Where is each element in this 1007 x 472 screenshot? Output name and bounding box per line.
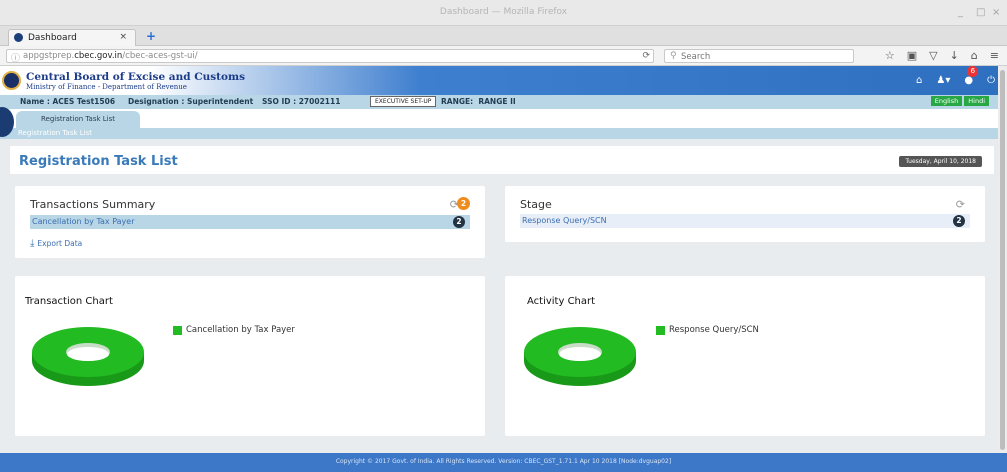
user-name: Name : ACES Test1506 (20, 97, 116, 106)
transaction-row[interactable]: Cancellation by Tax Payer 2 (30, 215, 470, 229)
maximize-icon[interactable]: □ (976, 7, 985, 18)
tab-registration-task-list[interactable]: Registration Task List (16, 111, 140, 128)
window-title: Dashboard — Mozilla Firefox (439, 7, 568, 17)
user-info-bar: Name : ACES Test1506 Designation : Super… (0, 95, 1007, 109)
transaction-donut-chart[interactable] (23, 318, 173, 398)
info-icon[interactable]: ⓘ (11, 51, 20, 64)
stage-card: Stage ⟳ Response Query/SCN 2 (505, 186, 985, 242)
task-tab-bar: Registration Task List (0, 109, 1007, 128)
stage-row-label[interactable]: Response Query/SCN (522, 216, 607, 225)
activity-donut-chart[interactable] (515, 318, 665, 398)
minimize-icon[interactable]: _ (958, 7, 963, 18)
favicon-icon (14, 33, 23, 42)
search-input[interactable] (681, 51, 849, 62)
english-button[interactable]: English (930, 96, 963, 106)
notification-badge: 6 (967, 66, 979, 77)
power-icon[interactable]: ⏻ (987, 75, 995, 86)
window-titlebar: Dashboard — Mozilla Firefox _ □ × (0, 0, 1007, 26)
home-icon[interactable]: ⌂ (971, 49, 978, 62)
activity-chart-card: Activity Chart Response Query/SCN (505, 276, 985, 436)
page-scrollbar[interactable] (998, 66, 1007, 453)
transactions-summary-title: Transactions Summary (30, 198, 156, 211)
url-bar[interactable]: ⓘ appgstprep.cbec.gov.in/cbec-aces-gst-u… (6, 49, 654, 64)
breadcrumb-item[interactable]: Registration Task List (18, 129, 92, 137)
legend-swatch (173, 325, 182, 335)
url-text: appgstprep.cbec.gov.in/cbec-aces-gst-ui/ (23, 51, 198, 61)
sso-id: SSO ID : 27002111 (262, 97, 341, 106)
donut-hole-inner (559, 347, 601, 361)
export-data-label: Export Data (37, 239, 83, 248)
legend-swatch (656, 325, 665, 335)
footer: Copyright © 2017 Govt. of India. All Rig… (0, 453, 1007, 472)
header-icons: ⌂ ♟▾ ● 6 ⏻ (916, 66, 995, 86)
browser-tabstrip: Dashboard × + (0, 26, 1007, 46)
org-name: Central Board of Excise and Customs (26, 71, 245, 83)
search-icon: ⚲ (670, 51, 677, 61)
user-designation: Designation : Superintendent (128, 97, 254, 106)
browser-toolbar-icons: ☆ ▣ ▽ ↓ ⌂ ≡ (885, 49, 999, 62)
home-icon[interactable]: ⌂ (916, 75, 922, 86)
transaction-row-label[interactable]: Cancellation by Tax Payer (32, 217, 135, 226)
page-title: Registration Task List (19, 154, 178, 169)
pocket-icon[interactable]: ▽ (929, 49, 937, 62)
app-header: Central Board of Excise and Customs Mini… (0, 66, 1007, 95)
scrollbar-thumb[interactable] (1000, 70, 1005, 450)
executive-setup-button[interactable]: EXECUTIVE SET-UP (370, 96, 437, 107)
stage-row[interactable]: Response Query/SCN 2 (520, 214, 970, 228)
emblem-logo (2, 71, 21, 90)
breadcrumb: Registration Task List (0, 128, 1007, 139)
menu-icon[interactable]: ≡ (990, 49, 999, 62)
transaction-chart-legend: Cancellation by Tax Payer (173, 325, 295, 335)
refresh-icon[interactable]: ⟳ (956, 198, 965, 211)
donut-hole-inner (67, 347, 109, 361)
language-switch: English Hindi (930, 96, 989, 106)
page-title-panel: Registration Task List Tuesday, April 10… (10, 146, 994, 174)
activity-chart-title: Activity Chart (527, 296, 596, 307)
ministry-name: Ministry of Finance - Department of Reve… (26, 83, 187, 91)
transaction-chart-card: Transaction Chart Cancellation by Tax Pa… (15, 276, 485, 436)
close-window-icon[interactable]: × (992, 7, 1000, 18)
download-icon[interactable]: ↓ (950, 49, 959, 62)
transactions-count-badge: 2 (457, 197, 470, 210)
transaction-row-count: 2 (453, 216, 465, 228)
stage-row-count: 2 (953, 215, 965, 227)
search-box[interactable]: ⚲ (664, 49, 854, 63)
footer-text: Copyright © 2017 Govt. of India. All Rig… (335, 458, 672, 465)
star-icon[interactable]: ☆ (885, 49, 895, 62)
notification-icon[interactable]: ● 6 (964, 66, 979, 86)
clipboard-icon[interactable]: ▣ (907, 49, 917, 62)
browser-tab-label: Dashboard (28, 33, 77, 43)
hindi-button[interactable]: Hindi (964, 96, 989, 106)
export-data-link[interactable]: ⤓ Export Data (30, 238, 82, 249)
legend-label: Response Query/SCN (669, 325, 759, 335)
new-tab-icon[interactable]: + (146, 29, 156, 43)
transaction-chart-title: Transaction Chart (25, 296, 113, 307)
reload-icon[interactable]: ⟳ (642, 51, 650, 61)
close-tab-icon[interactable]: × (119, 32, 127, 42)
activity-chart-legend: Response Query/SCN (656, 325, 759, 335)
range-label: RANGE: RANGE II (441, 97, 516, 106)
date-badge: Tuesday, April 10, 2018 (899, 156, 982, 167)
stage-title: Stage (520, 198, 552, 211)
user-icon[interactable]: ♟▾ (936, 75, 950, 86)
legend-label: Cancellation by Tax Payer (186, 325, 295, 335)
browser-tab-dashboard[interactable]: Dashboard × (8, 29, 136, 46)
browser-navbar: ⓘ appgstprep.cbec.gov.in/cbec-aces-gst-u… (0, 46, 1007, 66)
transactions-summary-card: Transactions Summary ⟳ 2 Cancellation by… (15, 186, 485, 258)
download-icon: ⤓ (30, 238, 35, 249)
